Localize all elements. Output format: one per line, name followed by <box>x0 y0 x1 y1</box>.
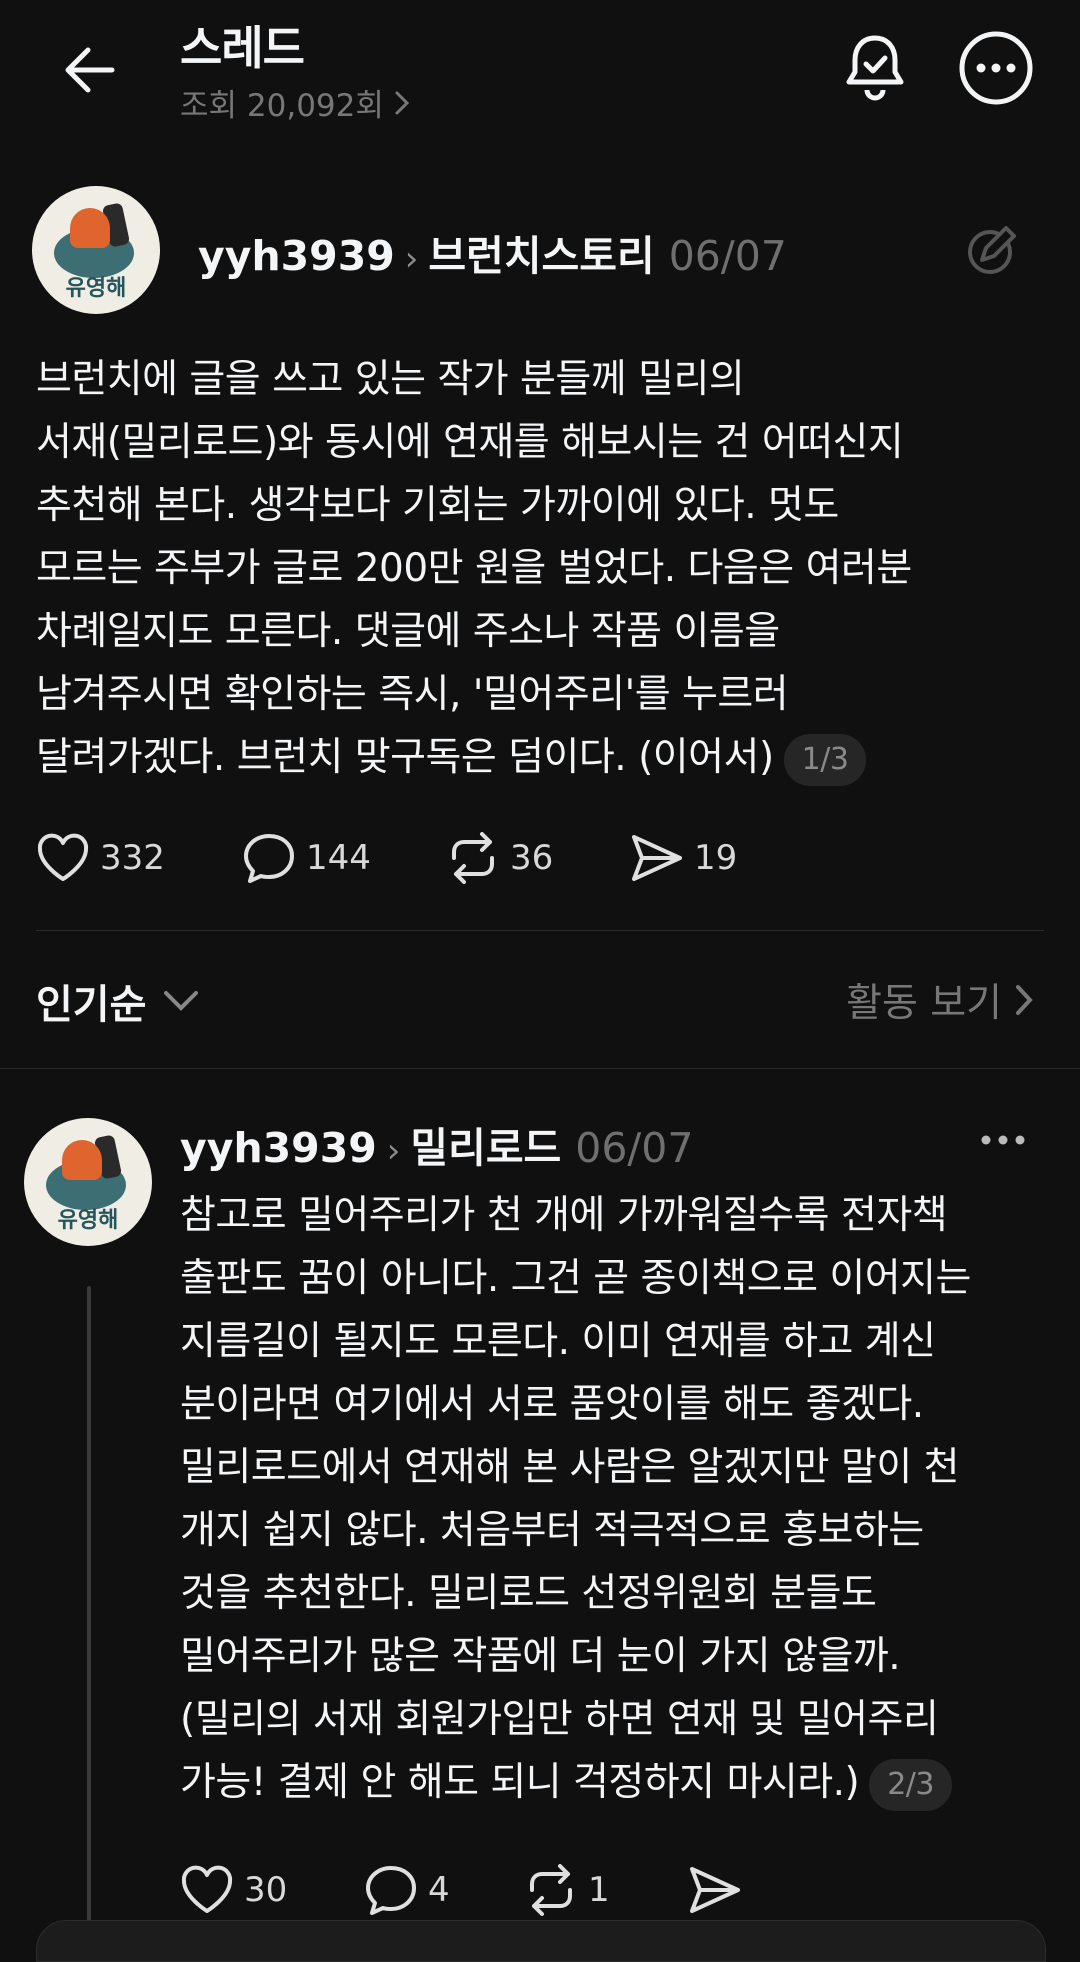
thread-connector-line <box>87 1286 91 1946</box>
comment-bubble-icon <box>244 834 294 883</box>
heart-icon <box>181 1865 233 1913</box>
activity-label: 활동 보기 <box>846 981 1002 1026</box>
comment-button[interactable]: 144 <box>242 832 446 884</box>
share-button[interactable] <box>688 1865 742 1915</box>
reply-text: 참고로 밀어주리가 천 개에 가까워질수록 전자책 출판도 꿈이 아니다. 그건… <box>180 1193 971 1805</box>
divider <box>0 1068 1080 1069</box>
repost-button[interactable]: 1 <box>524 1864 688 1916</box>
bell-notification-icon[interactable] <box>842 32 908 104</box>
comment-button[interactable]: 4 <box>364 1864 524 1916</box>
sort-dropdown[interactable]: 인기순 <box>36 972 200 1030</box>
author-avatar[interactable]: 유영해 <box>32 186 160 314</box>
chevron-right-icon <box>394 88 410 124</box>
reply-author-avatar[interactable]: 유영해 <box>24 1118 152 1246</box>
comment-bubble-icon <box>366 1866 416 1915</box>
post-actions: 332 144 36 19 <box>36 832 737 884</box>
view-count-text: 조회 20,092회 <box>180 88 384 124</box>
avatar-label: 유영해 <box>57 1208 119 1233</box>
page-title: 스레드 <box>180 21 305 75</box>
repost-count: 1 <box>588 1870 610 1910</box>
reply-username[interactable]: yyh3939 <box>180 1124 377 1172</box>
divider <box>36 930 1044 931</box>
repost-icon <box>530 1864 572 1916</box>
avatar-label: 유영해 <box>65 276 127 301</box>
thread-pager: 1/3 <box>783 733 867 786</box>
thread-pager: 2/3 <box>869 1758 952 1811</box>
share-button[interactable]: 19 <box>630 833 737 883</box>
repost-icon <box>452 832 494 884</box>
heart-icon <box>37 833 89 881</box>
chevron-right-icon: › <box>404 239 419 279</box>
like-count: 30 <box>244 1870 288 1910</box>
post-text: 브런치에 글을 쓰고 있는 작가 분들께 밀리의 서재(밀리로드)와 동시에 연… <box>36 357 912 780</box>
reply-date: 06/07 <box>575 1124 694 1172</box>
chevron-right-icon <box>1016 985 1033 1015</box>
reply-community[interactable]: 밀리로드 <box>410 1124 561 1172</box>
reply-actions: 30 4 1 <box>180 1864 742 1916</box>
bottom-sheet-edge <box>36 1920 1046 1962</box>
like-button[interactable]: 30 <box>180 1865 364 1915</box>
post-username[interactable]: yyh3939 <box>198 232 395 280</box>
share-count: 19 <box>694 838 738 878</box>
post-body: 브런치에 글을 쓰고 있는 작가 분들께 밀리의 서재(밀리로드)와 동시에 연… <box>36 348 1046 789</box>
post-community[interactable]: 브런치스토리 <box>428 232 654 280</box>
view-activity-link[interactable]: 활동 보기 <box>846 972 1034 1028</box>
chevron-down-icon <box>164 991 199 1011</box>
reply-more-icon[interactable] <box>978 1120 1028 1160</box>
sort-label: 인기순 <box>36 982 147 1028</box>
view-count-link[interactable]: 조회 20,092회 <box>180 80 410 125</box>
reply-body: 참고로 밀어주리가 천 개에 가까워질수록 전자책 출판도 꿈이 아니다. 그건… <box>180 1184 1060 1814</box>
comment-count: 4 <box>428 1870 450 1910</box>
comment-count: 144 <box>306 838 371 878</box>
post-meta: yyh3939 › 브런치스토리 06/07 <box>198 222 787 282</box>
like-button[interactable]: 332 <box>36 833 242 883</box>
repost-count: 36 <box>510 838 554 878</box>
chevron-right-icon: › <box>386 1131 401 1171</box>
edit-pencil-icon[interactable] <box>966 226 1016 276</box>
send-icon <box>690 1867 740 1913</box>
back-arrow-icon[interactable] <box>58 38 122 102</box>
repost-button[interactable]: 36 <box>446 832 630 884</box>
reply-meta: yyh3939 › 밀리로드 06/07 <box>180 1114 693 1174</box>
like-count: 332 <box>100 838 165 878</box>
more-options-icon[interactable] <box>958 30 1034 106</box>
send-icon <box>632 835 682 881</box>
post-date: 06/07 <box>668 232 787 280</box>
